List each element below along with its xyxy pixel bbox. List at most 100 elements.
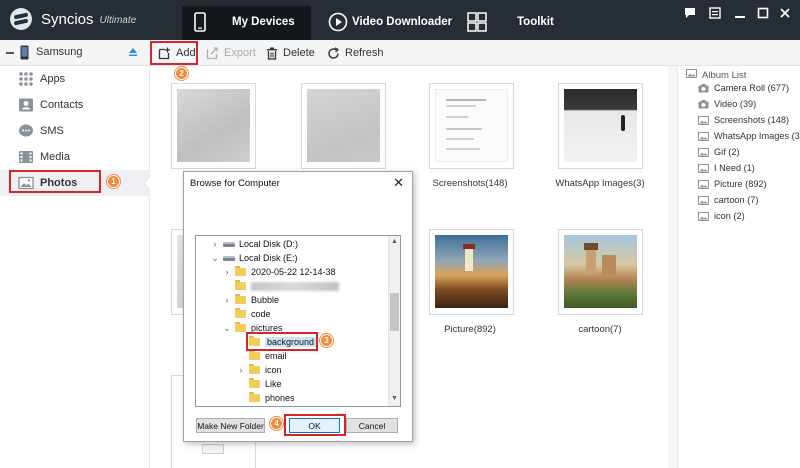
scroll-thumb[interactable] (390, 293, 399, 331)
album-thumbnail-screenshots[interactable] (429, 83, 514, 169)
folder-icon (249, 336, 260, 346)
camera-icon (698, 99, 709, 109)
image-icon (698, 147, 709, 157)
tree-node-folder[interactable]: › 2020-05-22 12-14-38 (222, 265, 336, 279)
tree-scrollbar[interactable]: ▲ ▼ (388, 236, 400, 406)
album-thumbnail-picture[interactable] (429, 229, 514, 315)
album-list-item[interactable]: WhatsApp Images (3) (698, 131, 800, 141)
tree-node-folder[interactable]: email (236, 349, 287, 363)
make-new-folder-button[interactable]: Make New Folder (196, 418, 265, 433)
drive-icon (223, 255, 235, 261)
apps-grid-icon (18, 71, 34, 87)
image-icon (698, 179, 709, 189)
album-list-item-label: Gif (2) (714, 147, 740, 157)
folder-icon (249, 350, 260, 360)
tree-node-folder-background[interactable]: background (236, 335, 317, 349)
image-icon (698, 115, 709, 125)
album-list-item[interactable]: Gif (2) (698, 147, 740, 157)
menu-icon[interactable] (708, 7, 722, 21)
sidebar-item-contacts-label: Contacts (40, 99, 84, 111)
add-file-icon (158, 47, 171, 60)
tab-toolkit-label: Toolkit (517, 16, 554, 28)
album-label-picture: Picture(892) (444, 324, 496, 335)
eject-icon[interactable] (128, 47, 138, 60)
scroll-up-icon[interactable]: ▲ (391, 238, 398, 245)
album-list-item[interactable]: I Need (1) (698, 163, 755, 173)
folder-icon (249, 392, 260, 402)
album-list-item[interactable]: Picture (892) (698, 179, 767, 189)
trash-icon (266, 47, 278, 60)
album-list-item[interactable]: Video (39) (698, 99, 756, 109)
sidebar-item-apps-label: Apps (40, 73, 66, 85)
sidebar-item-photos[interactable]: Photos (0, 170, 150, 196)
tab-toolkit[interactable]: Toolkit (461, 6, 581, 40)
minimize-icon[interactable] (733, 7, 747, 21)
folder-icon (235, 266, 246, 276)
contacts-icon (18, 97, 34, 113)
album-cover-image (177, 89, 250, 162)
expand-icon[interactable]: › (236, 365, 246, 375)
tab-my-devices[interactable]: My Devices (182, 6, 311, 40)
album-list-item[interactable]: Camera Roll (677) (698, 83, 789, 93)
scrollbar[interactable] (668, 66, 677, 468)
album-list-item-label: I Need (1) (714, 163, 755, 173)
album-list-item[interactable]: cartoon (7) (698, 195, 758, 205)
add-button-label: Add (176, 47, 196, 59)
album-list-item[interactable]: Screenshots (148) (698, 115, 789, 125)
maximize-icon[interactable] (756, 7, 770, 21)
delete-button[interactable]: Delete (266, 40, 315, 66)
add-button[interactable]: Add (158, 40, 196, 66)
sidebar-item-media-label: Media (40, 151, 70, 163)
scroll-down-icon[interactable]: ▼ (391, 395, 398, 402)
sidebar-item-sms[interactable]: SMS (0, 118, 150, 144)
device-name: Samsung (36, 46, 83, 58)
sidebar-item-contacts[interactable]: Contacts (0, 92, 150, 118)
tree-node-drive-e[interactable]: ⌄ Local Disk (E:) (210, 251, 297, 265)
image-icon (698, 211, 709, 221)
sidebar-item-media[interactable]: Media (0, 144, 150, 170)
tree-node-drive-d[interactable]: › Local Disk (D:) (210, 237, 299, 251)
album-thumbnail[interactable] (171, 83, 256, 169)
collapse-icon[interactable]: ⌄ (210, 253, 220, 264)
tab-video-downloader-label: Video Downloader (352, 16, 453, 28)
album-list-item[interactable]: icon (2) (698, 211, 745, 221)
collapse-icon[interactable] (6, 52, 14, 54)
tree-node-folder-blurred[interactable] (222, 279, 339, 293)
refresh-button[interactable]: Refresh (327, 40, 384, 66)
folder-icon (235, 308, 246, 318)
redacted-folder-name (251, 281, 339, 291)
dialog-close-icon[interactable]: ✕ (393, 175, 404, 191)
cancel-button[interactable]: Cancel (346, 418, 398, 433)
close-icon[interactable] (778, 7, 792, 21)
sidebar-item-photos-label: Photos (40, 177, 78, 189)
tab-video-downloader[interactable]: Video Downloader (322, 6, 460, 40)
album-folder-icon (686, 69, 697, 81)
album-thumbnail-whatsapp[interactable] (558, 83, 643, 169)
export-button[interactable]: Export (206, 40, 256, 66)
tree-node-folder-pictures[interactable]: ⌄ pictures (222, 321, 283, 335)
album-list-item-label: Video (39) (714, 99, 757, 109)
collapse-icon[interactable]: ⌄ (222, 323, 232, 334)
photo-icon (18, 175, 34, 191)
expand-icon[interactable]: › (222, 267, 232, 277)
tree-node-folder[interactable]: phones (236, 391, 295, 405)
album-thumbnail[interactable] (301, 83, 386, 169)
message-icon[interactable] (683, 7, 697, 21)
expand-icon[interactable]: › (222, 295, 232, 305)
album-thumbnail-cartoon[interactable] (558, 229, 643, 315)
tree-node-folder[interactable]: code (222, 307, 271, 321)
tree-node-folder[interactable]: Like (236, 377, 282, 391)
image-icon (698, 163, 709, 173)
folder-icon (235, 322, 246, 332)
album-cover-image (307, 89, 380, 162)
tree-node-folder[interactable]: › Bubble (222, 293, 279, 307)
album-label-cartoon: cartoon(7) (578, 324, 622, 335)
play-circle-icon (328, 12, 348, 35)
step-badge: 2 (175, 67, 188, 80)
sidebar-item-apps[interactable]: Apps (0, 66, 150, 92)
album-label-screenshots: Screenshots(148) (432, 178, 508, 189)
refresh-icon (327, 46, 340, 60)
ok-button[interactable]: OK (289, 418, 340, 433)
tree-node-folder[interactable]: › icon (236, 363, 282, 377)
expand-icon[interactable]: › (210, 239, 220, 249)
